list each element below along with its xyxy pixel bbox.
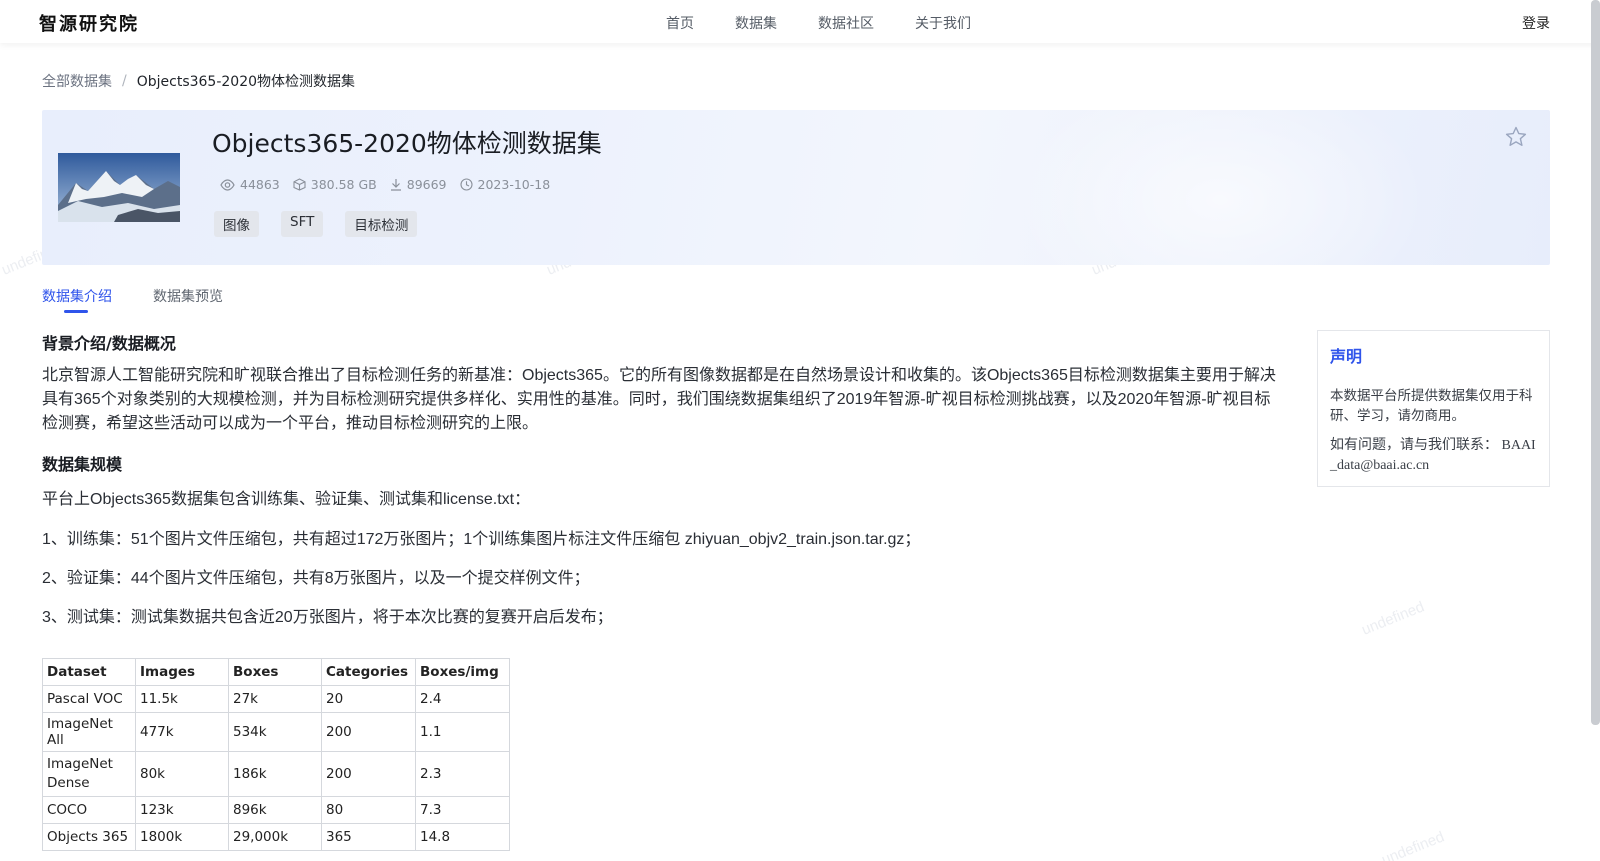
table-cell: 2.3 bbox=[415, 751, 510, 797]
val-set-description: 2、验证集：44个图片文件压缩包，共有8万张图片，以及一个提交样例文件； bbox=[42, 570, 590, 587]
table-cell: Pascal VOC bbox=[42, 685, 136, 713]
tab-introduction[interactable]: 数据集介绍 bbox=[42, 286, 112, 313]
tag-sft[interactable]: SFT bbox=[281, 211, 324, 237]
table-header: Dataset bbox=[42, 658, 136, 686]
breadcrumb: 全部数据集 / Objects365-2020物体检测数据集 bbox=[42, 71, 355, 91]
scale-intro: 平台上Objects365数据集包含训练集、验证集、测试集和license.tx… bbox=[42, 491, 531, 508]
table-cell: 80k bbox=[135, 751, 229, 797]
dataset-tags: 图像 SFT 目标检测 bbox=[214, 211, 439, 237]
breadcrumb-all-datasets[interactable]: 全部数据集 bbox=[42, 71, 112, 91]
table-header: Boxes/img bbox=[415, 658, 510, 686]
top-navbar: 智源研究院 首页 数据集 数据社区 关于我们 登录 bbox=[0, 0, 1600, 43]
watermark: undefined bbox=[1379, 828, 1447, 861]
table-row: ImageNet Dense 80k 186k 200 2.3 bbox=[42, 751, 510, 797]
dataset-thumbnail bbox=[58, 153, 180, 222]
table-cell: 1.1 bbox=[415, 712, 510, 752]
site-logo[interactable]: 智源研究院 bbox=[39, 10, 139, 36]
tag-image[interactable]: 图像 bbox=[214, 211, 259, 237]
nav-datasets[interactable]: 数据集 bbox=[735, 13, 777, 33]
intro-heading: 背景介绍/数据概况 bbox=[42, 334, 176, 353]
table-row: Objects 365 1800k 29,000k 365 14.8 bbox=[42, 823, 510, 851]
nav-about[interactable]: 关于我们 bbox=[915, 13, 971, 33]
dataset-meta: 44863 380.58 GB 89669 2023-10-18 bbox=[220, 177, 563, 192]
download-icon bbox=[390, 179, 401, 191]
star-icon[interactable] bbox=[1504, 125, 1528, 149]
table-header: Boxes bbox=[228, 658, 322, 686]
nav-home[interactable]: 首页 bbox=[666, 13, 694, 33]
breadcrumb-current: Objects365-2020物体检测数据集 bbox=[136, 74, 356, 90]
login-button[interactable]: 登录 bbox=[1522, 13, 1550, 33]
table-row: Pascal VOC 11.5k 27k 20 2.4 bbox=[42, 685, 510, 713]
disclaimer-card: 声明 本数据平台所提供数据集仅用于科研、学习，请勿商用。 如有问题，请与我们联系… bbox=[1317, 330, 1550, 487]
clock-icon bbox=[459, 178, 473, 191]
scrollbar[interactable] bbox=[1591, 0, 1600, 725]
table-row: COCO 123k 896k 80 7.3 bbox=[42, 796, 510, 824]
dataset-title: Objects365-2020物体检测数据集 bbox=[212, 129, 602, 158]
downloads-count: 89669 bbox=[406, 177, 447, 192]
dataset-comparison-table: Dataset Images Boxes Categories Boxes/im… bbox=[42, 658, 510, 851]
views-stat: 44863 bbox=[220, 177, 280, 192]
dataset-size: 380.58 GB bbox=[310, 177, 377, 192]
cube-icon bbox=[293, 178, 306, 191]
dataset-tabs: 数据集介绍 数据集预览 bbox=[42, 286, 264, 313]
intro-text: 北京智源人工智能研究院和旷视联合推出了目标检测任务的新基准：Objects365… bbox=[42, 367, 1276, 432]
table-cell: ImageNet Dense bbox=[42, 751, 136, 797]
tab-introduction-label: 数据集介绍 bbox=[42, 289, 112, 305]
nav-community[interactable]: 数据社区 bbox=[818, 13, 874, 33]
table-cell: 200 bbox=[321, 751, 416, 797]
downloads-stat: 89669 bbox=[390, 177, 447, 192]
table-cell: ImageNet All bbox=[42, 712, 136, 752]
table-cell: 14.8 bbox=[415, 823, 510, 851]
table-cell: 11.5k bbox=[135, 685, 229, 713]
table-cell: 27k bbox=[228, 685, 322, 713]
table-cell: 20 bbox=[321, 685, 416, 713]
table-header: Categories bbox=[321, 658, 416, 686]
main-nav: 首页 数据集 数据社区 关于我们 bbox=[666, 13, 1012, 33]
update-date: 2023-10-18 bbox=[477, 177, 551, 192]
dataset-header: Objects365-2020物体检测数据集 44863 380.58 GB 8… bbox=[42, 110, 1550, 265]
table-cell: 2.4 bbox=[415, 685, 510, 713]
date-stat: 2023-10-18 bbox=[459, 177, 551, 192]
disclaimer-title: 声明 bbox=[1330, 347, 1363, 366]
table-cell: 200 bbox=[321, 712, 416, 752]
table-cell: 534k bbox=[228, 712, 322, 752]
train-set-description: 1、训练集：51个图片文件压缩包，共有超过172万张图片；1个训练集图片标注文件… bbox=[42, 531, 921, 548]
table-row: ImageNet All 477k 534k 200 1.1 bbox=[42, 712, 510, 752]
scale-heading: 数据集规模 bbox=[42, 455, 123, 474]
contact-info: 如有问题，请与我们联系： BAAI_data@baai.ac.cn bbox=[1330, 438, 1536, 473]
table-cell: 80 bbox=[321, 796, 416, 824]
table-cell: 896k bbox=[228, 796, 322, 824]
breadcrumb-separator: / bbox=[122, 73, 127, 89]
size-stat: 380.58 GB bbox=[293, 177, 377, 192]
table-cell: Objects 365 bbox=[42, 823, 136, 851]
eye-icon bbox=[220, 178, 235, 191]
table-cell: 1800k bbox=[135, 823, 229, 851]
table-cell: COCO bbox=[42, 796, 136, 824]
active-tab-indicator bbox=[64, 310, 88, 313]
table-cell: 29,000k bbox=[228, 823, 322, 851]
table-cell: 186k bbox=[228, 751, 322, 797]
table-cell: 477k bbox=[135, 712, 229, 752]
table-cell: 123k bbox=[135, 796, 229, 824]
views-count: 44863 bbox=[240, 177, 280, 192]
table-cell: 7.3 bbox=[415, 796, 510, 824]
table-header-row: Dataset Images Boxes Categories Boxes/im… bbox=[42, 658, 510, 686]
tag-object-detection[interactable]: 目标检测 bbox=[345, 211, 418, 237]
table-header: Images bbox=[135, 658, 229, 686]
table-cell: 365 bbox=[321, 823, 416, 851]
disclaimer-text: 本数据平台所提供数据集仅用于科研、学习，请勿商用。 bbox=[1330, 388, 1533, 423]
tab-preview[interactable]: 数据集预览 bbox=[153, 286, 223, 306]
test-set-description: 3、测试集：测试集数据共包含近20万张图片，将于本次比赛的复赛开启后发布； bbox=[42, 609, 613, 626]
watermark: undefined bbox=[1359, 598, 1427, 639]
